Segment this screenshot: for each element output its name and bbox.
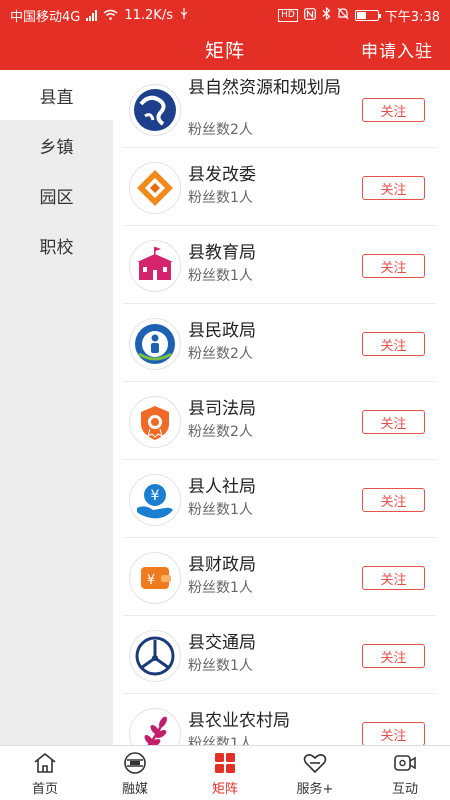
fans-count: 粉丝数1人 — [188, 268, 253, 284]
yen-hand-icon: ¥ — [129, 474, 181, 526]
matrix-grid-icon — [215, 753, 235, 773]
svg-text:¥: ¥ — [151, 488, 160, 504]
tab-label: 矩阵 — [211, 782, 238, 797]
signal-icon — [86, 10, 98, 21]
account-name: 县交通局 — [188, 633, 256, 653]
clock: 下午3:38 — [384, 10, 440, 25]
svg-text:¥: ¥ — [147, 573, 155, 588]
account-name: 县农业农村局 — [188, 711, 290, 731]
video-interact-icon — [394, 755, 416, 771]
agriculture-sprout-icon — [129, 708, 181, 745]
justice-badge-icon — [129, 396, 181, 448]
follow-button[interactable]: 关注 — [362, 332, 425, 356]
school-building-icon — [129, 240, 181, 292]
tab-label: 互动 — [391, 782, 418, 797]
account-name: 县司法局 — [188, 399, 256, 419]
list-item[interactable]: ¥ 县人社局 粉丝数1人 关注 — [123, 460, 436, 538]
tab-label: 融媒 — [121, 782, 148, 797]
follow-button[interactable]: 关注 — [362, 488, 425, 512]
category-sidebar: 县直 乡镇 园区 职校 — [0, 70, 113, 745]
sidebar-item-county-direct[interactable]: 县直 — [0, 70, 113, 120]
list-item[interactable]: 县发改委 粉丝数1人 关注 — [123, 148, 436, 226]
follow-button[interactable]: 关注 — [362, 176, 425, 200]
apply-join-button[interactable]: 申请入驻 — [361, 37, 433, 62]
sidebar-item-townships[interactable]: 乡镇 — [0, 120, 113, 170]
account-name: 县发改委 — [188, 165, 256, 185]
bottom-tab-bar: 首页 融媒 矩阵 服务+ 互动 — [0, 745, 450, 800]
home-icon — [34, 752, 56, 773]
land-resources-icon — [129, 84, 181, 136]
usb-icon — [179, 7, 189, 24]
account-name: 县人社局 — [188, 477, 256, 497]
fans-count: 粉丝数1人 — [188, 736, 253, 745]
bluetooth-icon — [322, 6, 331, 24]
account-name: 县教育局 — [188, 243, 256, 263]
development-reform-icon — [129, 162, 181, 214]
list-item[interactable]: 县司法局 粉丝数2人 关注 — [123, 382, 436, 460]
list-item[interactable]: 县教育局 粉丝数1人 关注 — [123, 226, 436, 304]
wifi-icon — [103, 9, 118, 23]
list-item[interactable]: 县民政局 粉丝数2人 关注 — [123, 304, 436, 382]
fans-count: 粉丝数2人 — [188, 122, 253, 138]
network-speed: 11.2K/s — [124, 8, 173, 23]
mute-bell-icon — [337, 7, 349, 24]
tab-interact[interactable]: 互动 — [360, 746, 450, 800]
tab-matrix[interactable]: 矩阵 — [180, 746, 270, 800]
status-bar: 中国移动4G 11.2K/s HD 下午3:38 — [0, 0, 450, 28]
list-item[interactable]: 县交通局 粉丝数1人 关注 — [123, 616, 436, 694]
follow-button[interactable]: 关注 — [362, 644, 425, 668]
fans-count: 粉丝数1人 — [188, 190, 253, 206]
tab-service[interactable]: 服务+ — [270, 746, 360, 800]
fans-count: 粉丝数1人 — [188, 580, 253, 596]
fans-count: 粉丝数2人 — [188, 346, 253, 362]
follow-button[interactable]: 关注 — [362, 566, 425, 590]
sidebar-item-vocational[interactable]: 职校 — [0, 220, 113, 270]
list-item[interactable]: 县农业农村局 粉丝数1人 关注 — [123, 694, 436, 745]
account-name: 县自然资源和规划局 — [188, 78, 341, 98]
sidebar-item-parks[interactable]: 园区 — [0, 170, 113, 220]
tab-media[interactable]: 融媒 — [90, 746, 180, 800]
follow-button[interactable]: 关注 — [362, 410, 425, 434]
nav-bar: 矩阵 申请入驻 — [0, 28, 450, 70]
top-header: 中国移动4G 11.2K/s HD 下午3:38 矩阵 申请入驻 — [0, 0, 450, 70]
media-icon — [124, 752, 146, 774]
tab-home[interactable]: 首页 — [0, 746, 90, 800]
follow-button[interactable]: 关注 — [362, 254, 425, 278]
finance-wallet-icon: ¥ — [129, 552, 181, 604]
civil-affairs-icon — [129, 318, 181, 370]
fans-count: 粉丝数1人 — [188, 502, 253, 518]
account-name: 县财政局 — [188, 555, 256, 575]
follow-button[interactable]: 关注 — [362, 98, 425, 122]
follow-button[interactable]: 关注 — [362, 722, 425, 745]
battery-icon — [354, 10, 381, 21]
nfc-icon — [303, 7, 316, 24]
fans-count: 粉丝数1人 — [188, 658, 253, 674]
tab-label: 服务+ — [296, 782, 334, 797]
service-heart-icon — [303, 754, 327, 774]
tab-label: 首页 — [31, 782, 58, 797]
carrier-label: 中国移动4G — [10, 10, 81, 25]
hd-badge: HD — [278, 9, 298, 22]
transport-wheel-icon — [129, 630, 181, 682]
account-list: 县自然资源和规划局 粉丝数2人 关注 县发改委 粉丝数1人 关注 县教育局 粉丝… — [113, 70, 450, 745]
account-name: 县民政局 — [188, 321, 256, 341]
list-item[interactable]: ¥ 县财政局 粉丝数1人 关注 — [123, 538, 436, 616]
fans-count: 粉丝数2人 — [188, 424, 253, 440]
list-item[interactable]: 县自然资源和规划局 粉丝数2人 关注 — [123, 70, 436, 148]
